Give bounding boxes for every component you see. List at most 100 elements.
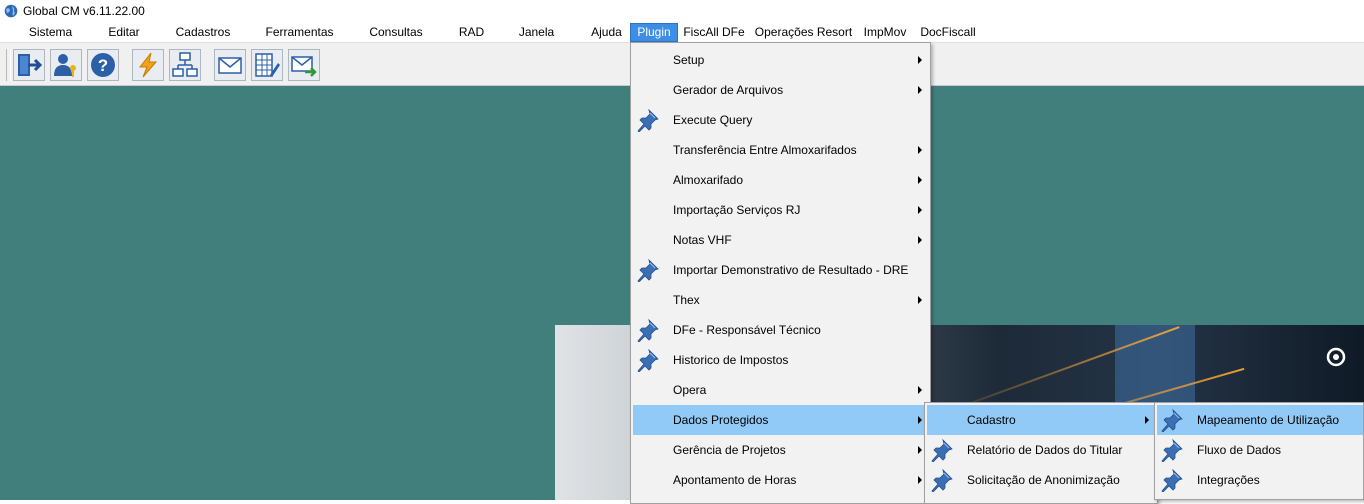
menu-item-label: Apontamento de Horas [673, 473, 797, 487]
globe-icon [4, 4, 18, 18]
menu-bar: Sistema Editar Cadastros Ferramentas Con… [0, 23, 1364, 42]
menu-item-almoxarifado[interactable]: Almoxarifado [633, 165, 928, 195]
menu-item-label: Importar Demonstrativo de Resultado - DR… [673, 263, 909, 277]
menu-fiscall-dfe[interactable]: FiscAll DFe [680, 23, 748, 42]
pin-icon [1160, 468, 1184, 492]
menu-item-dfe-responsavel-tecnico[interactable]: DFe - Responsável Técnico [633, 315, 928, 345]
submenu-arrow-icon [1145, 416, 1149, 424]
help-button[interactable]: ? [87, 49, 119, 81]
menu-cadastros[interactable]: Cadastros [171, 23, 235, 42]
menu-item-label: Gerador de Arquivos [673, 83, 784, 97]
menu-sistema[interactable]: Sistema [22, 23, 79, 42]
menu-item-label: Setup [673, 53, 705, 67]
menu-item-label: Execute Query [673, 113, 753, 127]
menu-item-importar-dre[interactable]: Importar Demonstrativo de Resultado - DR… [633, 255, 928, 285]
menu-item-gerador-de-arquivos[interactable]: Gerador de Arquivos [633, 75, 928, 105]
submenu-arrow-icon [918, 296, 922, 304]
menu-item-apontamento-de-horas[interactable]: Apontamento de Horas [633, 465, 928, 495]
envelope-icon [218, 57, 242, 74]
submenu-arrow-icon [918, 56, 922, 64]
menu-editar[interactable]: Editar [102, 23, 146, 42]
menu-item-fluxo-de-dados[interactable]: Fluxo de Dados [1157, 435, 1363, 465]
menu-impmov[interactable]: ImpMov [858, 23, 912, 42]
envelope-send-icon [291, 56, 317, 77]
help-question-icon: ? [91, 53, 115, 77]
menu-item-importacao-servicos-rj[interactable]: Importação Serviços RJ [633, 195, 928, 225]
toolbar-grip[interactable] [6, 49, 11, 81]
menu-item-label: Opera [673, 383, 707, 397]
pin-icon [636, 258, 660, 282]
pin-icon [930, 438, 954, 462]
submenu-arrow-icon [918, 236, 922, 244]
menu-item-mapeamento-de-utilizacao[interactable]: Mapeamento de Utilização [1157, 405, 1363, 435]
org-chart-icon [172, 52, 198, 77]
menu-item-label: Historico de Impostos [673, 353, 789, 367]
title-bar: Global CM v6.11.22.00 [0, 0, 1364, 23]
menu-item-cadastro[interactable]: Cadastro [927, 405, 1155, 435]
submenu-arrow-icon [918, 446, 922, 454]
menu-item-historico-de-impostos[interactable]: Historico de Impostos [633, 345, 928, 375]
user-key-button[interactable] [50, 49, 82, 81]
submenu-arrow-icon [918, 176, 922, 184]
submenu-arrow-icon [918, 416, 922, 424]
submenu-arrow-icon [918, 476, 922, 484]
pin-icon [636, 108, 660, 132]
menu-item-integracoes[interactable]: Integrações [1157, 465, 1363, 495]
menu-item-label: DFe - Responsável Técnico [673, 323, 821, 337]
pin-icon [1160, 438, 1184, 462]
mail-button[interactable] [214, 49, 246, 81]
pin-icon [930, 468, 954, 492]
menu-item-label: Relatório de Dados do Titular [967, 443, 1123, 457]
menu-item-solicitacao-anonimizacao[interactable]: Solicitação de Anonimização [927, 465, 1155, 495]
submenu-arrow-icon [918, 146, 922, 154]
pin-icon [636, 348, 660, 372]
submenu-arrow-icon [918, 86, 922, 94]
plugin-menu: Setup Gerador de Arquivos Execute Query … [630, 42, 931, 504]
brand-logo-icon [1326, 347, 1346, 367]
exit-button[interactable] [13, 49, 45, 81]
menu-item-label: Importação Serviços RJ [673, 203, 801, 217]
menu-docfiscall[interactable]: DocFiscall [916, 23, 980, 42]
submenu-arrow-icon [918, 386, 922, 394]
org-chart-button[interactable] [169, 49, 201, 81]
window-title: Global CM v6.11.22.00 [23, 4, 145, 18]
submenu-arrow-icon [918, 206, 922, 214]
menu-item-label: Transferência Entre Almoxarifados [673, 143, 857, 157]
menu-consultas[interactable]: Consultas [364, 23, 428, 42]
dados-protegidos-submenu: Cadastro Relatório de Dados do Titular S… [924, 402, 1158, 504]
menu-item-notas-vhf[interactable]: Notas VHF [633, 225, 928, 255]
menu-plugin[interactable]: Plugin [630, 23, 678, 42]
menu-item-label: Almoxarifado [673, 173, 744, 187]
menu-rad[interactable]: RAD [453, 23, 490, 42]
send-mail-button[interactable] [288, 49, 320, 81]
menu-item-label: Integrações [1197, 473, 1260, 487]
lightning-icon [138, 52, 158, 78]
menu-item-label: Mapeamento de Utilização [1197, 413, 1340, 427]
svg-text:?: ? [98, 56, 108, 75]
menu-item-opera[interactable]: Opera [633, 375, 928, 405]
menu-item-label: Dados Protegidos [673, 413, 769, 427]
menu-item-label: Solicitação de Anonimização [967, 473, 1120, 487]
menu-item-label: Fluxo de Dados [1197, 443, 1282, 457]
menu-operacoes-resort[interactable]: Operações Resort [751, 23, 856, 42]
menu-item-setup[interactable]: Setup [633, 45, 928, 75]
menu-item-execute-query[interactable]: Execute Query [633, 105, 928, 135]
menu-ferramentas[interactable]: Ferramentas [261, 23, 338, 42]
menu-item-thex[interactable]: Thex [633, 285, 928, 315]
menu-item-relatorio-dados-titular[interactable]: Relatório de Dados do Titular [927, 435, 1155, 465]
menu-item-transferencia-almoxarifados[interactable]: Transferência Entre Almoxarifados [633, 135, 928, 165]
user-key-icon [54, 54, 76, 77]
menu-item-gerencia-de-projetos[interactable]: Gerência de Projetos [633, 435, 928, 465]
menu-item-label: Thex [673, 293, 700, 307]
menu-ajuda[interactable]: Ajuda [585, 23, 628, 42]
menu-item-label: Notas VHF [673, 233, 732, 247]
execute-button[interactable] [132, 49, 164, 81]
exit-door-icon [18, 54, 43, 76]
cadastro-submenu: Mapeamento de Utilização Fluxo de Dados … [1154, 402, 1364, 500]
menu-janela[interactable]: Janela [514, 23, 559, 42]
menu-item-label: Gerência de Projetos [673, 443, 786, 457]
spreadsheet-button[interactable] [251, 49, 283, 81]
spreadsheet-pen-icon [255, 53, 280, 77]
menu-item-dados-protegidos[interactable]: Dados Protegidos [633, 405, 928, 435]
menu-item-label: Cadastro [967, 413, 1016, 427]
